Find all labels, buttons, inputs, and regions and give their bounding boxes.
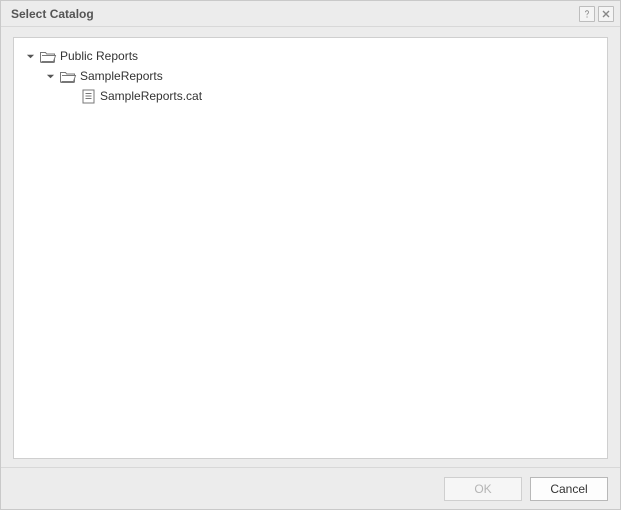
dialog-title: Select Catalog bbox=[11, 7, 576, 21]
titlebar: Select Catalog bbox=[1, 1, 620, 27]
tree-node-sample-reports[interactable]: SampleReports bbox=[44, 66, 601, 86]
expand-toggle[interactable] bbox=[44, 70, 56, 82]
catalog-tree[interactable]: Public Reports bbox=[20, 46, 601, 106]
ok-button[interactable]: OK bbox=[444, 477, 522, 501]
tree-node-label: Public Reports bbox=[60, 49, 138, 63]
cancel-button[interactable]: Cancel bbox=[530, 477, 608, 501]
dialog-body: Public Reports bbox=[1, 27, 620, 467]
help-icon bbox=[582, 9, 592, 19]
tree-node-public-reports[interactable]: Public Reports bbox=[24, 46, 601, 66]
tree-node-label: SampleReports.cat bbox=[100, 89, 202, 103]
close-icon bbox=[601, 9, 611, 19]
tree-node-label: SampleReports bbox=[80, 69, 163, 83]
tree-node-file[interactable]: SampleReports.cat bbox=[64, 86, 601, 106]
tree-panel: Public Reports bbox=[13, 37, 608, 459]
chevron-down-icon bbox=[26, 52, 35, 61]
close-button[interactable] bbox=[598, 6, 614, 22]
folder-open-icon bbox=[59, 68, 77, 84]
select-catalog-dialog: Select Catalog bbox=[0, 0, 621, 510]
dialog-footer: OK Cancel bbox=[1, 467, 620, 509]
folder-open-icon bbox=[39, 48, 57, 64]
file-icon bbox=[79, 88, 97, 104]
chevron-down-icon bbox=[46, 72, 55, 81]
expand-toggle[interactable] bbox=[24, 50, 36, 62]
help-button[interactable] bbox=[579, 6, 595, 22]
